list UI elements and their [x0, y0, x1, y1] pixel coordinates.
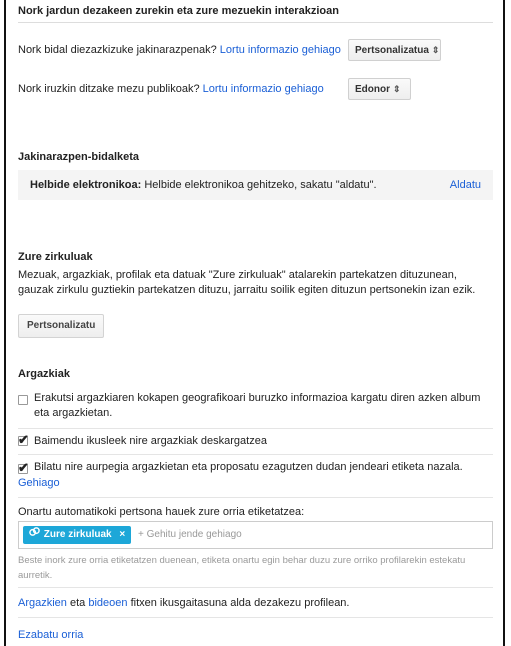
auto-tag-input[interactable]: Zure zirkuluak × + Gehitu jende gehiago	[18, 521, 493, 549]
circles-description: Mezuak, argazkiak, profilak eta datuak "…	[18, 269, 476, 296]
divider	[18, 587, 493, 588]
comments-setting-row: Nork iruzkin ditzake mezu publikoak? Lor…	[18, 82, 493, 96]
email-delivery-bar: Helbide elektronikoa: Helbide elektronik…	[18, 170, 493, 200]
visibility-note: Argazkien eta bideoen fitxen ikusgaitasu…	[18, 596, 493, 610]
comments-learn-more-link[interactable]: Lortu informazio gehiago	[203, 83, 324, 95]
face-option-text: Bilatu nire aurpegia argazkietan eta pro…	[34, 461, 463, 473]
notifications-select-value: Pertsonalizatua	[355, 45, 429, 56]
change-email-link[interactable]: Aldatu	[450, 170, 481, 200]
comments-question: Nork iruzkin ditzake mezu publikoak?	[18, 83, 200, 95]
section-title-interaction: Nork jardun dezakeen zurekin eta zure me…	[18, 5, 339, 17]
circles-chip-icon	[29, 526, 41, 544]
notifications-learn-more-link[interactable]: Lortu informazio gehiago	[220, 44, 341, 56]
divider	[18, 617, 493, 618]
photo-option-face: Bilatu nire aurpegia argazkietan eta pro…	[18, 460, 493, 494]
delete-page-link[interactable]: Ezabatu orria	[18, 628, 493, 642]
photo-option-download: Baimendu ikusleek nire argazkiak deskarg…	[18, 432, 493, 452]
notifications-question: Nork bidal diezazkizuke jakinarazpenak?	[18, 44, 217, 56]
photo-option-location: Erakutsi argazkiaren kokapen geografikoa…	[18, 391, 493, 427]
add-people-placeholder[interactable]: + Gehitu jende gehiago	[138, 529, 242, 540]
download-checkbox[interactable]	[18, 432, 29, 448]
customize-circles-button[interactable]: Pertsonalizatu	[18, 314, 105, 338]
email-hint: Helbide elektronikoa gehitzeko, sakatu "…	[144, 179, 377, 191]
auto-tag-label: Onartu automatikoki pertsona hauek zure …	[18, 506, 305, 518]
email-label: Helbide elektronikoa:	[30, 179, 142, 191]
download-option-text: Baimendu ikusleek nire argazkiak deskarg…	[34, 435, 267, 447]
face-tag-checkbox[interactable]	[18, 460, 29, 476]
comments-select[interactable]: Edonor ⇕	[348, 78, 411, 100]
select-arrows-icon: ⇕	[431, 45, 440, 55]
divider	[18, 22, 493, 23]
location-option-text: Erakutsi argazkiaren kokapen geografikoa…	[34, 392, 481, 419]
comments-select-value: Edonor	[355, 84, 390, 95]
settings-panel: Nork jardun dezakeen zurekin eta zure me…	[4, 0, 505, 646]
face-more-link[interactable]: Gehiago	[18, 476, 60, 491]
divider	[18, 454, 493, 455]
visibility-and: eta	[69, 597, 86, 609]
select-arrows-icon: ⇕	[393, 84, 401, 94]
divider	[18, 428, 493, 429]
section-title-photos: Argazkiak	[18, 368, 70, 380]
photos-visibility-link[interactable]: Argazkien	[18, 597, 67, 609]
notifications-select[interactable]: Pertsonalizatua ⇕	[348, 39, 441, 61]
circles-chip[interactable]: Zure zirkuluak ×	[23, 526, 132, 544]
section-title-circles: Zure zirkuluak	[18, 251, 93, 263]
divider	[18, 497, 493, 498]
chip-remove-icon[interactable]: ×	[119, 529, 125, 540]
section-title-delivery: Jakinarazpen-bidalketa	[18, 151, 140, 163]
location-checkbox[interactable]	[18, 395, 28, 405]
visibility-rest: fitxen ikusgaitasuna alda dezakezu profi…	[130, 597, 350, 609]
videos-visibility-link[interactable]: bideoen	[88, 597, 127, 609]
auto-tag-hint: Beste inork zure orria etiketatzen duene…	[18, 555, 466, 581]
circles-chip-label: Zure zirkuluak	[43, 529, 112, 540]
